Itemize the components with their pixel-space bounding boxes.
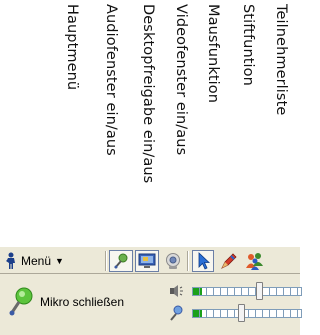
audio-panel: Mikro schließen — [0, 274, 302, 335]
microphone-icon — [9, 287, 33, 316]
desktop-share-toggle[interactable] — [135, 250, 159, 272]
toolbar-separator — [187, 251, 189, 271]
meter-ticks — [193, 288, 301, 295]
callout-labels: Hauptmenü Audiofenster ein/aus Desktopfr… — [0, 0, 300, 248]
presenter-icon — [6, 252, 15, 269]
speaker-icon[interactable] — [168, 283, 184, 299]
callout-mausfunktion: Mausfunktion — [205, 4, 221, 103]
mic-volume-slider[interactable] — [238, 304, 246, 322]
participants-icon — [246, 253, 263, 270]
desktop-share-icon — [138, 253, 156, 268]
audio-window-toggle[interactable] — [109, 250, 133, 272]
mouse-pointer-icon — [198, 252, 210, 270]
mic-volume-row — [168, 304, 302, 323]
mic-small-icon[interactable] — [168, 305, 184, 321]
chevron-down-icon: ▼ — [55, 256, 64, 266]
close-mic-button[interactable]: Mikro schließen — [8, 284, 124, 320]
pen-icon — [221, 253, 237, 269]
main-menu-label: Menü — [21, 254, 52, 268]
toolbar: Menü ▼ — [0, 246, 300, 274]
main-menu-button[interactable]: Menü ▼ — [4, 250, 64, 272]
meter-ticks — [193, 310, 301, 317]
callout-audiofenster: Audiofenster ein/aus — [103, 4, 119, 156]
speaker-volume-slider[interactable] — [255, 282, 263, 300]
toolbar-separator — [105, 251, 107, 271]
speaker-volume-row — [168, 282, 302, 301]
video-window-toggle[interactable] — [162, 250, 184, 272]
callout-hauptmenu: Hauptmenü — [64, 4, 80, 91]
speaker-level-meter — [192, 287, 302, 296]
participants-list-toggle[interactable] — [244, 250, 266, 272]
callout-teilnehmerliste: Teilnehmerliste — [273, 4, 289, 116]
mic-level-meter — [192, 309, 302, 318]
audio-window-icon — [114, 253, 128, 269]
callout-stiftfunktion: Stiftfuntion — [240, 4, 256, 86]
mouse-function-toggle[interactable] — [192, 250, 214, 272]
video-window-icon — [166, 253, 180, 269]
callout-videofenster: Videofenster ein/aus — [173, 4, 189, 156]
callout-desktopfreigabe: Desktopfreigabe ein/aus — [140, 4, 156, 184]
pen-function-toggle[interactable] — [218, 250, 240, 272]
close-mic-label: Mikro schließen — [40, 295, 125, 309]
